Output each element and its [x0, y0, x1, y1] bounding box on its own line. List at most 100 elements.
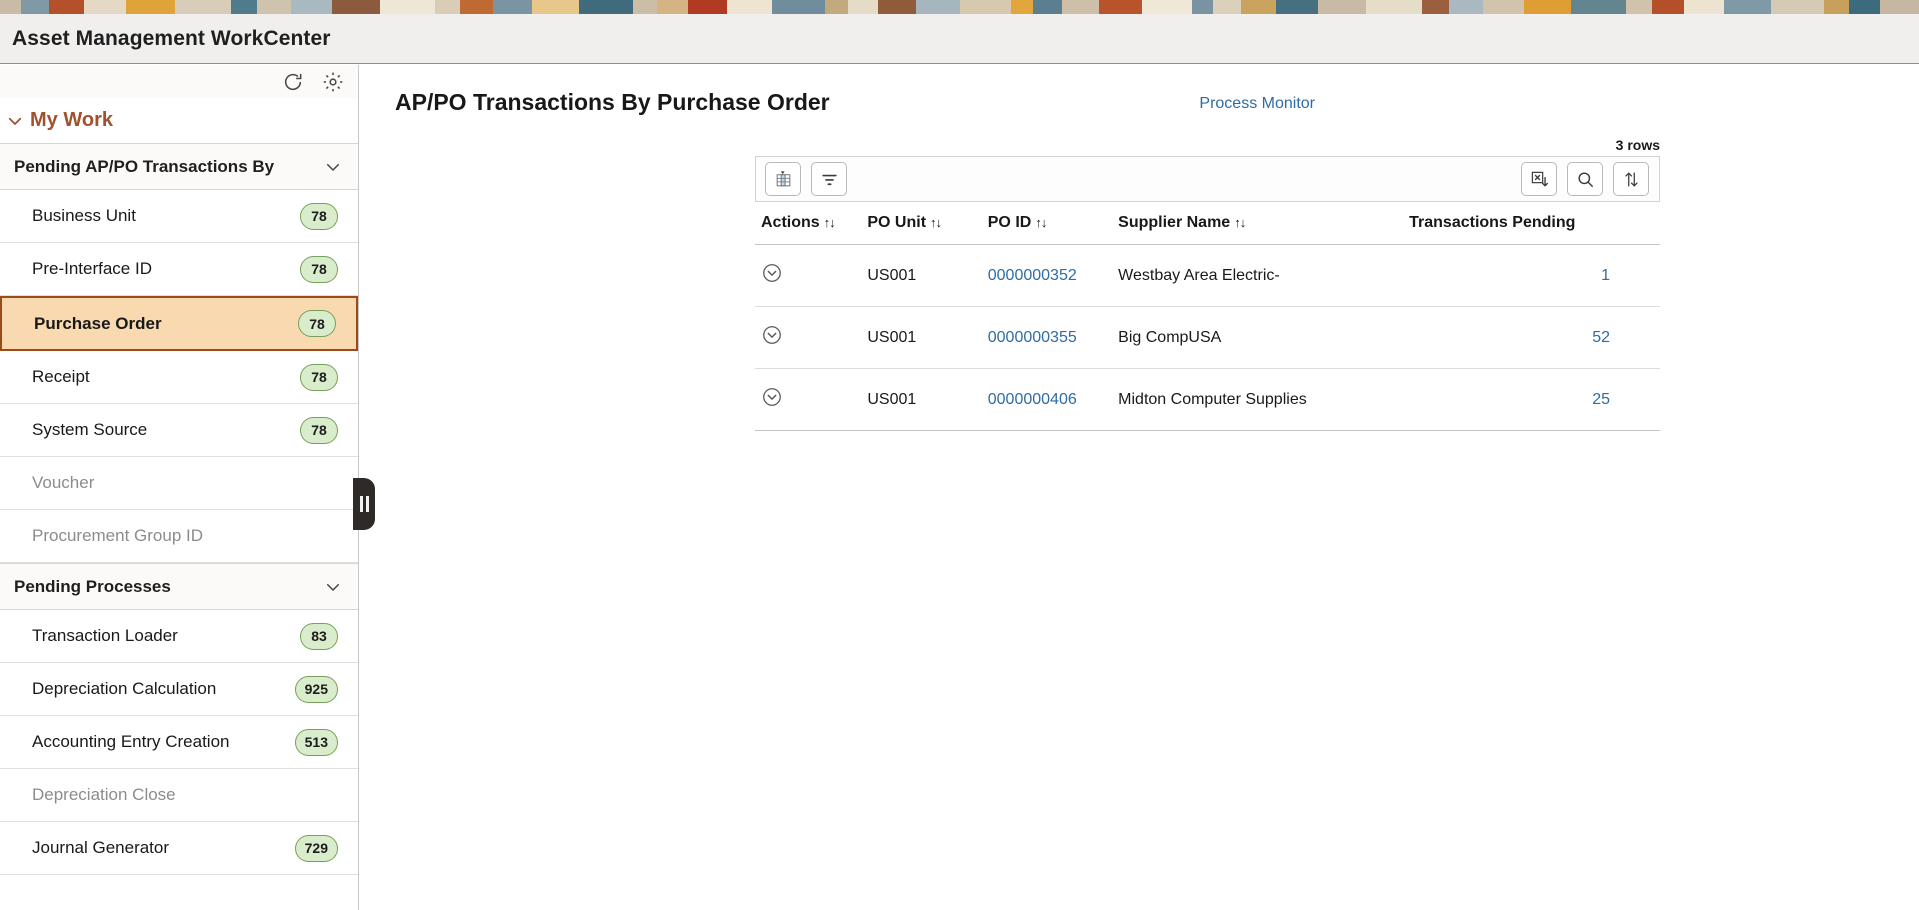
- decor-block: [578, 0, 633, 14]
- cell-actions: [755, 368, 868, 431]
- sidebar-item-label: Depreciation Close: [32, 785, 176, 804]
- column-header-label: PO ID: [987, 214, 1032, 231]
- sidebar-item-label: Receipt: [32, 367, 90, 386]
- decor-block: [1422, 0, 1450, 14]
- sidebar-section-label: Pending Processes: [14, 576, 171, 596]
- sidebar-item-count-badge: 513: [294, 728, 338, 756]
- export-to-excel-icon[interactable]: [1521, 162, 1557, 196]
- decor-block: [48, 0, 84, 14]
- sidebar-section-header-1[interactable]: Pending Processes: [0, 563, 358, 610]
- sidebar-item-transaction-loader[interactable]: Transaction Loader 83: [0, 610, 358, 663]
- po-id-link[interactable]: 0000000352: [988, 267, 1077, 284]
- sidebar-item-depreciation-calculation[interactable]: Depreciation Calculation 925: [0, 663, 358, 716]
- search-icon[interactable]: [1567, 162, 1603, 196]
- chevron-down-icon: [324, 158, 342, 176]
- decor-block: [532, 0, 579, 14]
- sidebar-group-my-work-label: My Work: [30, 109, 113, 131]
- decor-block: [257, 0, 292, 14]
- cell-actions: [755, 244, 868, 307]
- sidebar-item-voucher: Voucher: [0, 457, 358, 510]
- refresh-icon[interactable]: [282, 71, 304, 93]
- column-header-transactions-pending: Transactions Pending: [1409, 202, 1660, 245]
- sidebar-item-system-source[interactable]: System Source 78: [0, 404, 358, 457]
- column-sort-arrows-icon[interactable]: ↑↓: [1234, 215, 1246, 230]
- decor-block: [878, 0, 916, 14]
- row-action-chevron-icon[interactable]: [761, 324, 867, 351]
- sidebar-item-label: System Source: [32, 420, 148, 439]
- sidebar-item-receipt[interactable]: Receipt 78: [0, 351, 358, 404]
- sidebar-item-label: Pre-Interface ID: [32, 259, 152, 278]
- chevron-down-icon: [324, 578, 342, 596]
- cell-actions: [755, 306, 868, 369]
- cell-transactions-pending: 52: [1409, 306, 1660, 369]
- sidebar-item-journal-generator[interactable]: Journal Generator 729: [0, 822, 358, 875]
- sidebar-sections: Pending AP/PO Transactions By Business Un…: [0, 143, 358, 875]
- cell-supplier-name: Midton Computer Supplies: [1118, 368, 1410, 431]
- decor-block: [1482, 0, 1524, 14]
- decor-block: [1626, 0, 1652, 14]
- app-title: Asset Management WorkCenter: [12, 26, 331, 50]
- cell-po-id: 0000000406: [987, 368, 1119, 431]
- sidebar-section-label: Pending AP/PO Transactions By: [14, 156, 275, 176]
- column-header-po-id[interactable]: PO ID ↑↓: [987, 202, 1119, 245]
- sidebar-section-header-0[interactable]: Pending AP/PO Transactions By: [0, 143, 358, 190]
- sidebar-item-count-badge: 925: [294, 675, 338, 703]
- sidebar-item-label: Transaction Loader: [32, 626, 178, 645]
- gear-icon[interactable]: [322, 71, 344, 93]
- sidebar-item-pre-interface-id[interactable]: Pre-Interface ID 78: [0, 243, 358, 296]
- column-sort-arrows-icon[interactable]: ↑↓: [824, 215, 836, 230]
- transactions-pending-link[interactable]: 52: [1592, 329, 1610, 346]
- decor-block: [1141, 0, 1192, 14]
- sidebar: My Work Pending AP/PO Transactions By Bus…: [0, 65, 359, 910]
- po-id-link[interactable]: 0000000406: [988, 391, 1077, 408]
- handle-bar-left: [359, 496, 363, 512]
- handle-bar-right: [365, 496, 369, 512]
- transactions-table: Actions ↑↓ PO Unit ↑↓ PO ID ↑↓ Supplier Name ↑↓…: [755, 202, 1660, 431]
- decor-block: [83, 0, 126, 14]
- decor-block: [1848, 0, 1881, 14]
- decor-block: [20, 0, 49, 14]
- sidebar-item-business-unit[interactable]: Business Unit 78: [0, 190, 358, 243]
- collapse-sidebar-handle[interactable]: [353, 478, 375, 530]
- column-sort-arrows-icon[interactable]: ↑↓: [930, 215, 942, 230]
- decor-block: [1449, 0, 1483, 14]
- decor-block: [824, 0, 849, 14]
- process-monitor-link[interactable]: Process Monitor: [1199, 95, 1315, 113]
- column-sort-arrows-icon[interactable]: ↑↓: [1035, 215, 1047, 230]
- column-header-supplier-name[interactable]: Supplier Name ↑↓: [1118, 202, 1410, 245]
- personalize-grid-icon[interactable]: [765, 162, 801, 196]
- sidebar-item-label: Voucher: [32, 473, 95, 492]
- sidebar-item-count-badge: 78: [300, 202, 338, 230]
- decor-block: [332, 0, 380, 14]
- column-header-label: Transactions Pending: [1409, 214, 1576, 231]
- table-header-row: Actions ↑↓ PO Unit ↑↓ PO ID ↑↓ Supplier Name ↑↓…: [755, 202, 1660, 245]
- column-header-label: Actions: [761, 214, 820, 231]
- sort-icon[interactable]: [1613, 162, 1649, 196]
- decor-block: [1275, 0, 1318, 14]
- column-header-po-unit[interactable]: PO Unit ↑↓: [867, 202, 988, 245]
- column-header-actions[interactable]: Actions ↑↓: [755, 202, 868, 245]
- sidebar-item-accounting-entry-creation[interactable]: Accounting Entry Creation 513: [0, 716, 358, 769]
- decor-block: [688, 0, 727, 14]
- sidebar-item-count-badge: 78: [300, 363, 338, 391]
- rows-count-label: 3 rows: [1615, 137, 1660, 153]
- chevron-down-icon: [6, 112, 24, 130]
- cell-transactions-pending: 25: [1409, 368, 1660, 431]
- decor-block: [1571, 0, 1627, 14]
- grid-toolbar: [755, 156, 1660, 202]
- page-title: AP/PO Transactions By Purchase Order: [395, 89, 830, 115]
- sidebar-item-purchase-order[interactable]: Purchase Order 78: [0, 296, 358, 351]
- row-action-chevron-icon[interactable]: [761, 386, 867, 413]
- row-action-chevron-icon[interactable]: [761, 262, 867, 289]
- decor-block: [1062, 0, 1099, 14]
- decor-block: [0, 0, 21, 14]
- sidebar-group-my-work[interactable]: My Work: [0, 98, 358, 143]
- cell-supplier-name: Westbay Area Electric-: [1118, 244, 1410, 307]
- decor-block: [1033, 0, 1063, 14]
- po-id-link[interactable]: 0000000355: [988, 329, 1077, 346]
- transactions-pending-link[interactable]: 1: [1601, 267, 1610, 284]
- decor-block: [1240, 0, 1276, 14]
- grid-toolbar-right: [1521, 162, 1649, 196]
- filter-icon[interactable]: [811, 162, 847, 196]
- transactions-pending-link[interactable]: 25: [1592, 391, 1610, 408]
